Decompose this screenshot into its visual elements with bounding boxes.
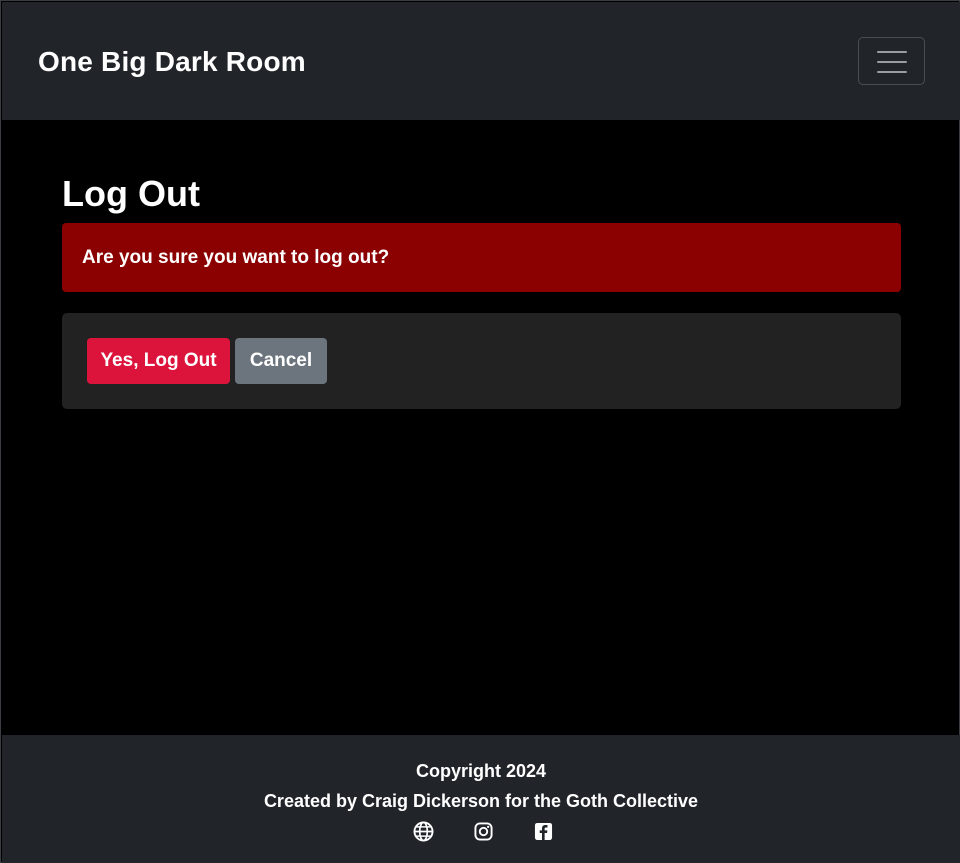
logout-alert: Are you sure you want to log out? (62, 223, 901, 292)
confirm-logout-button[interactable]: Yes, Log Out (87, 338, 230, 384)
cancel-button[interactable]: Cancel (235, 338, 327, 384)
main-content: Log Out Are you sure you want to log out… (62, 173, 901, 409)
facebook-icon[interactable] (531, 819, 555, 843)
brand-link[interactable]: One Big Dark Room (38, 46, 306, 78)
instagram-icon[interactable] (471, 819, 495, 843)
credit-text: Created by Craig Dickerson for the Goth … (263, 791, 699, 811)
hamburger-icon (877, 50, 907, 74)
menu-toggle-button[interactable] (858, 37, 925, 85)
alert-message: Are you sure you want to log out? (82, 247, 390, 268)
footer: Copyright 2024 Created by Craig Dickerso… (2, 735, 960, 863)
navbar: One Big Dark Room (2, 2, 960, 120)
globe-icon[interactable] (411, 819, 435, 843)
copyright-text: Copyright 2024 (415, 761, 547, 781)
page-title: Log Out (62, 173, 200, 214)
logout-form-card: Yes, Log Out Cancel (62, 313, 901, 409)
